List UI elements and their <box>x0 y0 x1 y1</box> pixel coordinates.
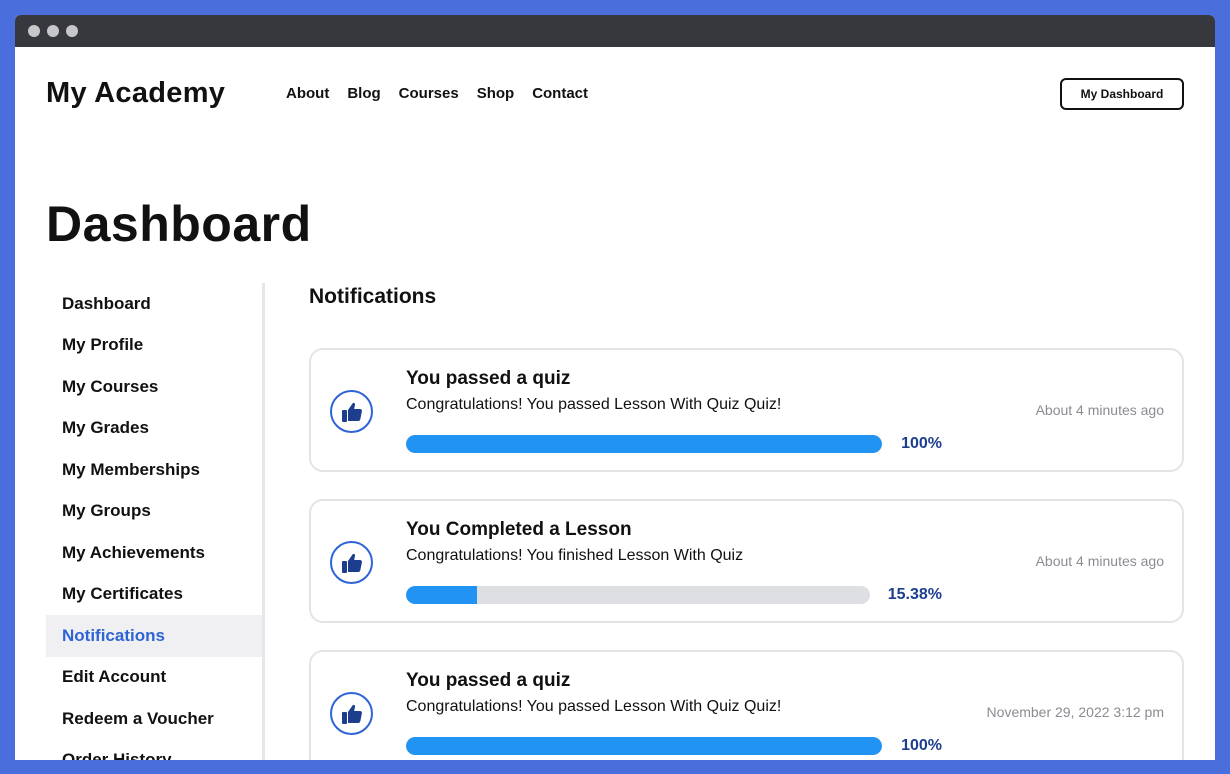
browser-window: My Academy About Blog Courses Shop Conta… <box>15 15 1215 760</box>
progress-percent: 15.38% <box>887 586 942 603</box>
progress-bar <box>406 435 882 453</box>
progress-percent: 100% <box>901 737 942 754</box>
nav-link-shop[interactable]: Shop <box>477 85 515 102</box>
progress-fill <box>406 586 478 604</box>
nav-link-contact[interactable]: Contact <box>532 85 588 102</box>
notification-message: Congratulations! You finished Lesson Wit… <box>406 547 744 564</box>
thumbs-up-icon <box>330 390 373 433</box>
notification-card[interactable]: You passed a quiz Congratulations! You pa… <box>309 650 1184 760</box>
sidebar-item-my-profile[interactable]: My Profile <box>46 325 262 367</box>
progress-bar <box>406 737 882 755</box>
notification-title: You passed a quiz <box>406 368 571 389</box>
progress-percent: 100% <box>901 435 942 452</box>
window-control-dot[interactable] <box>66 25 78 37</box>
page-title: Dashboard <box>46 196 312 252</box>
main-nav: About Blog Courses Shop Contact <box>286 85 588 102</box>
notification-message: Congratulations! You passed Lesson With … <box>406 396 782 413</box>
sidebar-item-redeem-a-voucher[interactable]: Redeem a Voucher <box>46 698 262 740</box>
progress-fill <box>406 737 882 755</box>
sidebar-item-my-certificates[interactable]: My Certificates <box>46 574 262 616</box>
sidebar-item-my-courses[interactable]: My Courses <box>46 366 262 408</box>
thumbs-up-glyph <box>341 402 362 422</box>
notification-card[interactable]: You passed a quiz Congratulations! You pa… <box>309 348 1184 472</box>
notification-title: You passed a quiz <box>406 670 571 691</box>
notification-message: Congratulations! You passed Lesson With … <box>406 698 782 715</box>
my-dashboard-button[interactable]: My Dashboard <box>1060 78 1184 110</box>
thumbs-up-icon <box>330 692 373 735</box>
sidebar-item-my-memberships[interactable]: My Memberships <box>46 449 262 491</box>
sidebar-item-my-achievements[interactable]: My Achievements <box>46 532 262 574</box>
window-control-dot[interactable] <box>28 25 40 37</box>
sidebar-item-edit-account[interactable]: Edit Account <box>46 657 262 699</box>
notification-list: You passed a quiz Congratulations! You pa… <box>309 348 1184 760</box>
thumbs-up-glyph <box>341 704 362 724</box>
notification-timestamp: About 4 minutes ago <box>1035 553 1164 569</box>
progress-bar <box>406 586 870 604</box>
sidebar-item-dashboard[interactable]: Dashboard <box>46 283 262 325</box>
notification-card[interactable]: You Completed a Lesson Congratulations! Y… <box>309 499 1184 623</box>
sidebar-item-order-history[interactable]: Order History <box>46 740 262 760</box>
sidebar-item-my-grades[interactable]: My Grades <box>46 408 262 450</box>
thumbs-up-icon <box>330 541 373 584</box>
site-logo[interactable]: My Academy <box>46 77 225 110</box>
nav-link-about[interactable]: About <box>286 85 329 102</box>
nav-link-courses[interactable]: Courses <box>399 85 459 102</box>
notification-title: You Completed a Lesson <box>406 519 632 540</box>
notifications-heading: Notifications <box>309 285 437 308</box>
thumbs-up-glyph <box>341 553 362 573</box>
window-titlebar <box>15 15 1215 47</box>
sidebar-item-my-groups[interactable]: My Groups <box>46 491 262 533</box>
site-header: My Academy About Blog Courses Shop Conta… <box>15 47 1215 142</box>
window-control-dot[interactable] <box>47 25 59 37</box>
notification-timestamp: November 29, 2022 3:12 pm <box>986 704 1164 720</box>
dashboard-sidebar: Dashboard My Profile My Courses My Grades My… <box>46 283 265 760</box>
sidebar-item-notifications[interactable]: Notifications <box>46 615 262 657</box>
notification-timestamp: About 4 minutes ago <box>1035 402 1164 418</box>
progress-fill <box>406 435 882 453</box>
nav-link-blog[interactable]: Blog <box>347 85 380 102</box>
